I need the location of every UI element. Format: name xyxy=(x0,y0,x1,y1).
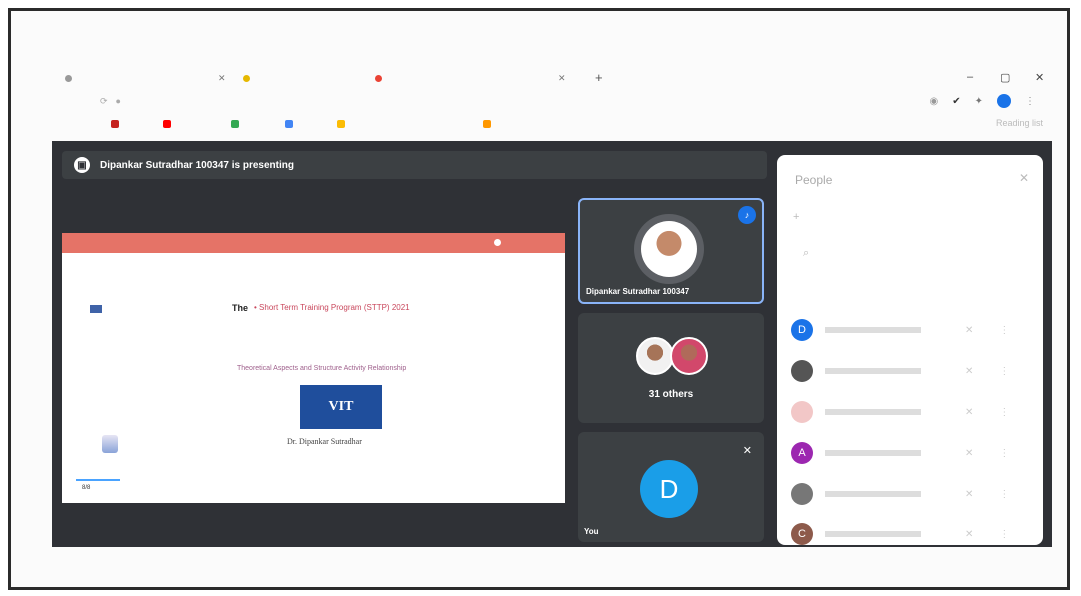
participant-avatar xyxy=(791,401,813,423)
flag-icon xyxy=(90,305,102,313)
slide-title: The • Short Term Training Program (STTP)… xyxy=(232,303,410,313)
presenting-banner: ▣ Dipankar Sutradhar 100347 is presentin… xyxy=(62,151,767,179)
new-tab-button[interactable]: + xyxy=(595,70,603,85)
participant-avatar: C xyxy=(791,523,813,545)
add-people-icon[interactable]: + xyxy=(793,211,799,223)
self-avatar: D xyxy=(640,460,698,518)
more-options-icon[interactable]: ⋮ xyxy=(999,529,1009,540)
window-restore-button[interactable]: ▢ xyxy=(1000,71,1010,84)
browser-chrome: ✕ ✕ + – ▢ ✕ ⟳ ● ◉ ✔ ✦ ⋮ Reading list xyxy=(55,62,1055,142)
speaker-tile[interactable]: ♪ Dipankar Sutradhar 100347 xyxy=(578,198,764,304)
participant-avatar xyxy=(670,337,708,375)
more-options-icon[interactable]: ⋮ xyxy=(999,366,1009,377)
participant-avatar xyxy=(636,337,674,375)
mic-off-icon[interactable]: ✕ xyxy=(965,325,973,336)
speaker-avatar xyxy=(634,214,704,284)
search-icon[interactable]: ⌕ xyxy=(803,247,809,260)
bookmarks-bar: Reading list xyxy=(63,118,1043,132)
slide-decoration-icon xyxy=(102,435,118,453)
participant-row[interactable]: C ✕ ⋮ xyxy=(791,521,1031,545)
bookmark-news-icon[interactable] xyxy=(285,120,293,128)
mic-off-icon[interactable]: ✕ xyxy=(965,448,973,459)
slide-header-bar xyxy=(62,233,565,253)
bookmark-photos-icon[interactable] xyxy=(337,120,345,128)
self-tile[interactable]: ✕ D You xyxy=(578,432,764,542)
participant-avatar: A xyxy=(791,442,813,464)
address-bar[interactable]: ⟳ ● xyxy=(100,94,121,108)
presenter-icon: ▣ xyxy=(74,157,90,173)
mic-off-icon[interactable]: ✕ xyxy=(965,489,973,500)
participant-name xyxy=(825,531,945,537)
participant-row[interactable]: ✕ ⋮ xyxy=(791,358,1031,384)
extension-icon[interactable]: ◉ xyxy=(929,96,938,107)
slide-subtitle: Theoretical Aspects and Structure Activi… xyxy=(237,365,407,372)
people-panel: People ✕ + ⌕ D ✕ ⋮ ✕ ⋮ ✕ ⋮ A ✕ ⋮ ✕ ⋮ C ✕… xyxy=(777,155,1043,545)
bookmark-gmail-icon[interactable] xyxy=(111,120,119,128)
more-options-icon[interactable]: ⋮ xyxy=(999,448,1009,459)
tab-meet[interactable]: ✕ xyxy=(375,72,566,84)
participant-avatar: D xyxy=(791,319,813,341)
tab-close-icon[interactable]: ✕ xyxy=(558,73,566,84)
close-icon[interactable]: ✕ xyxy=(1019,171,1029,185)
panel-title: People xyxy=(795,173,833,187)
participant-row[interactable]: D ✕ ⋮ xyxy=(791,317,1031,343)
check-icon[interactable]: ✔ xyxy=(952,96,960,107)
lock-icon: ● xyxy=(115,96,121,106)
bookmark-youtube-icon[interactable] xyxy=(163,120,171,128)
puzzle-icon[interactable]: ✦ xyxy=(975,96,983,107)
shared-slide: The • Short Term Training Program (STTP)… xyxy=(62,233,565,503)
browser-toolbar: ◉ ✔ ✦ ⋮ xyxy=(929,94,1035,108)
presenting-text: Dipankar Sutradhar 100347 is presenting xyxy=(100,159,294,171)
tab-2[interactable] xyxy=(243,72,250,84)
speaking-indicator-icon: ♪ xyxy=(738,206,756,224)
tab-close-icon[interactable]: ✕ xyxy=(218,73,226,84)
others-count: 31 others xyxy=(648,389,694,400)
participant-row[interactable]: ✕ ⋮ xyxy=(791,399,1031,425)
window-minimize-button[interactable]: – xyxy=(967,71,973,83)
participant-name xyxy=(825,327,945,333)
tab-favicon xyxy=(243,74,250,82)
slide-title-prefix: The xyxy=(232,303,249,313)
participant-name xyxy=(825,409,945,415)
slide-progress-bar xyxy=(76,479,120,481)
more-options-icon[interactable]: ⋮ xyxy=(999,489,1009,500)
mic-off-icon[interactable]: ✕ xyxy=(965,529,973,540)
tab-favicon xyxy=(65,74,72,82)
menu-icon[interactable]: ⋮ xyxy=(1025,96,1035,107)
reading-list[interactable]: Reading list xyxy=(996,118,1043,128)
slide-title-rest: • Short Term Training Program (STTP) 202… xyxy=(254,303,410,312)
participant-name xyxy=(825,491,945,497)
tab-1[interactable]: ✕ xyxy=(65,72,226,84)
profile-avatar[interactable] xyxy=(997,94,1011,108)
participant-avatar xyxy=(791,360,813,382)
tab-bar: ✕ ✕ + – ▢ ✕ xyxy=(55,66,1055,88)
participant-row[interactable]: A ✕ ⋮ xyxy=(791,440,1031,466)
others-tile[interactable]: 31 others xyxy=(578,313,764,423)
vit-logo: VIT xyxy=(300,385,382,429)
speaker-name: Dipankar Sutradhar 100347 xyxy=(586,287,690,296)
bookmark-maps-icon[interactable] xyxy=(231,120,239,128)
bookmark-icon[interactable] xyxy=(483,120,491,128)
meet-favicon xyxy=(375,74,382,82)
window-close-button[interactable]: ✕ xyxy=(1035,71,1044,84)
slide-presenter: Dr. Dipankar Sutradhar xyxy=(287,437,362,446)
mic-off-icon[interactable]: ✕ xyxy=(965,366,973,377)
slide-page-number: 8/8 xyxy=(82,485,91,491)
participant-avatar xyxy=(791,483,813,505)
meet-call-area: ▣ Dipankar Sutradhar 100347 is presentin… xyxy=(52,141,1052,547)
slide-pointer xyxy=(494,239,501,246)
self-label: You xyxy=(584,527,599,536)
mic-off-icon: ✕ xyxy=(742,445,752,457)
more-options-icon[interactable]: ⋮ xyxy=(999,407,1009,418)
refresh-icon[interactable]: ⟳ xyxy=(100,96,108,107)
participant-name xyxy=(825,368,945,374)
mic-off-icon[interactable]: ✕ xyxy=(965,407,973,418)
participant-row[interactable]: ✕ ⋮ xyxy=(791,481,1031,507)
participant-name xyxy=(825,450,945,456)
more-options-icon[interactable]: ⋮ xyxy=(999,325,1009,336)
